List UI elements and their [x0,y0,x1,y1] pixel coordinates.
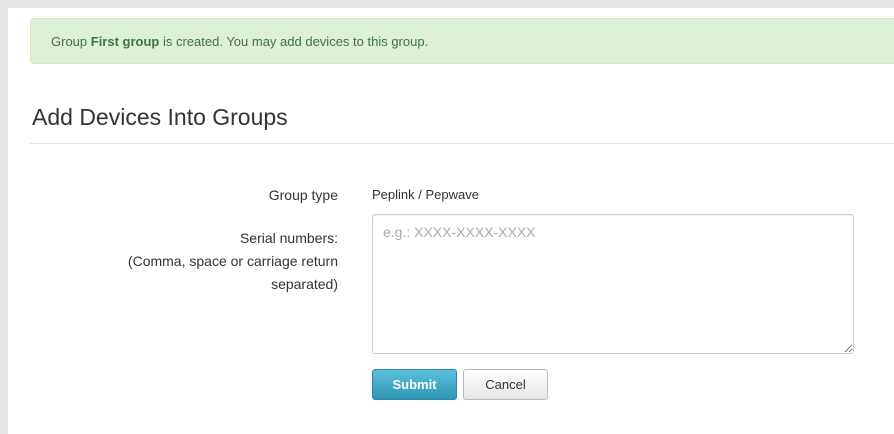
serial-numbers-label-line3: separated) [271,276,338,292]
serial-numbers-label-line1: Serial numbers: [239,230,338,246]
main-panel: Group First group is created. You may ad… [8,8,894,434]
page-title: Add Devices Into Groups [32,104,288,130]
alert-prefix: Group [51,34,91,49]
alert-group-name: First group [90,34,160,49]
cancel-button[interactable]: Cancel [463,369,548,400]
alert-suffix: is created. You may add devices to this … [159,34,429,49]
success-alert: Group First group is created. You may ad… [30,18,894,64]
serial-numbers-label: Serial numbers: (Comma, space or carriag… [128,227,338,296]
group-type-value: Peplink / Pepwave [372,187,479,202]
serial-numbers-label-line2: (Comma, space or carriage return [127,253,338,269]
group-type-label: Group type [269,184,338,207]
title-divider [30,143,894,144]
submit-button[interactable]: Submit [372,369,457,400]
serial-numbers-textarea[interactable] [372,214,854,354]
group-type-label-text: Group type [268,187,338,203]
